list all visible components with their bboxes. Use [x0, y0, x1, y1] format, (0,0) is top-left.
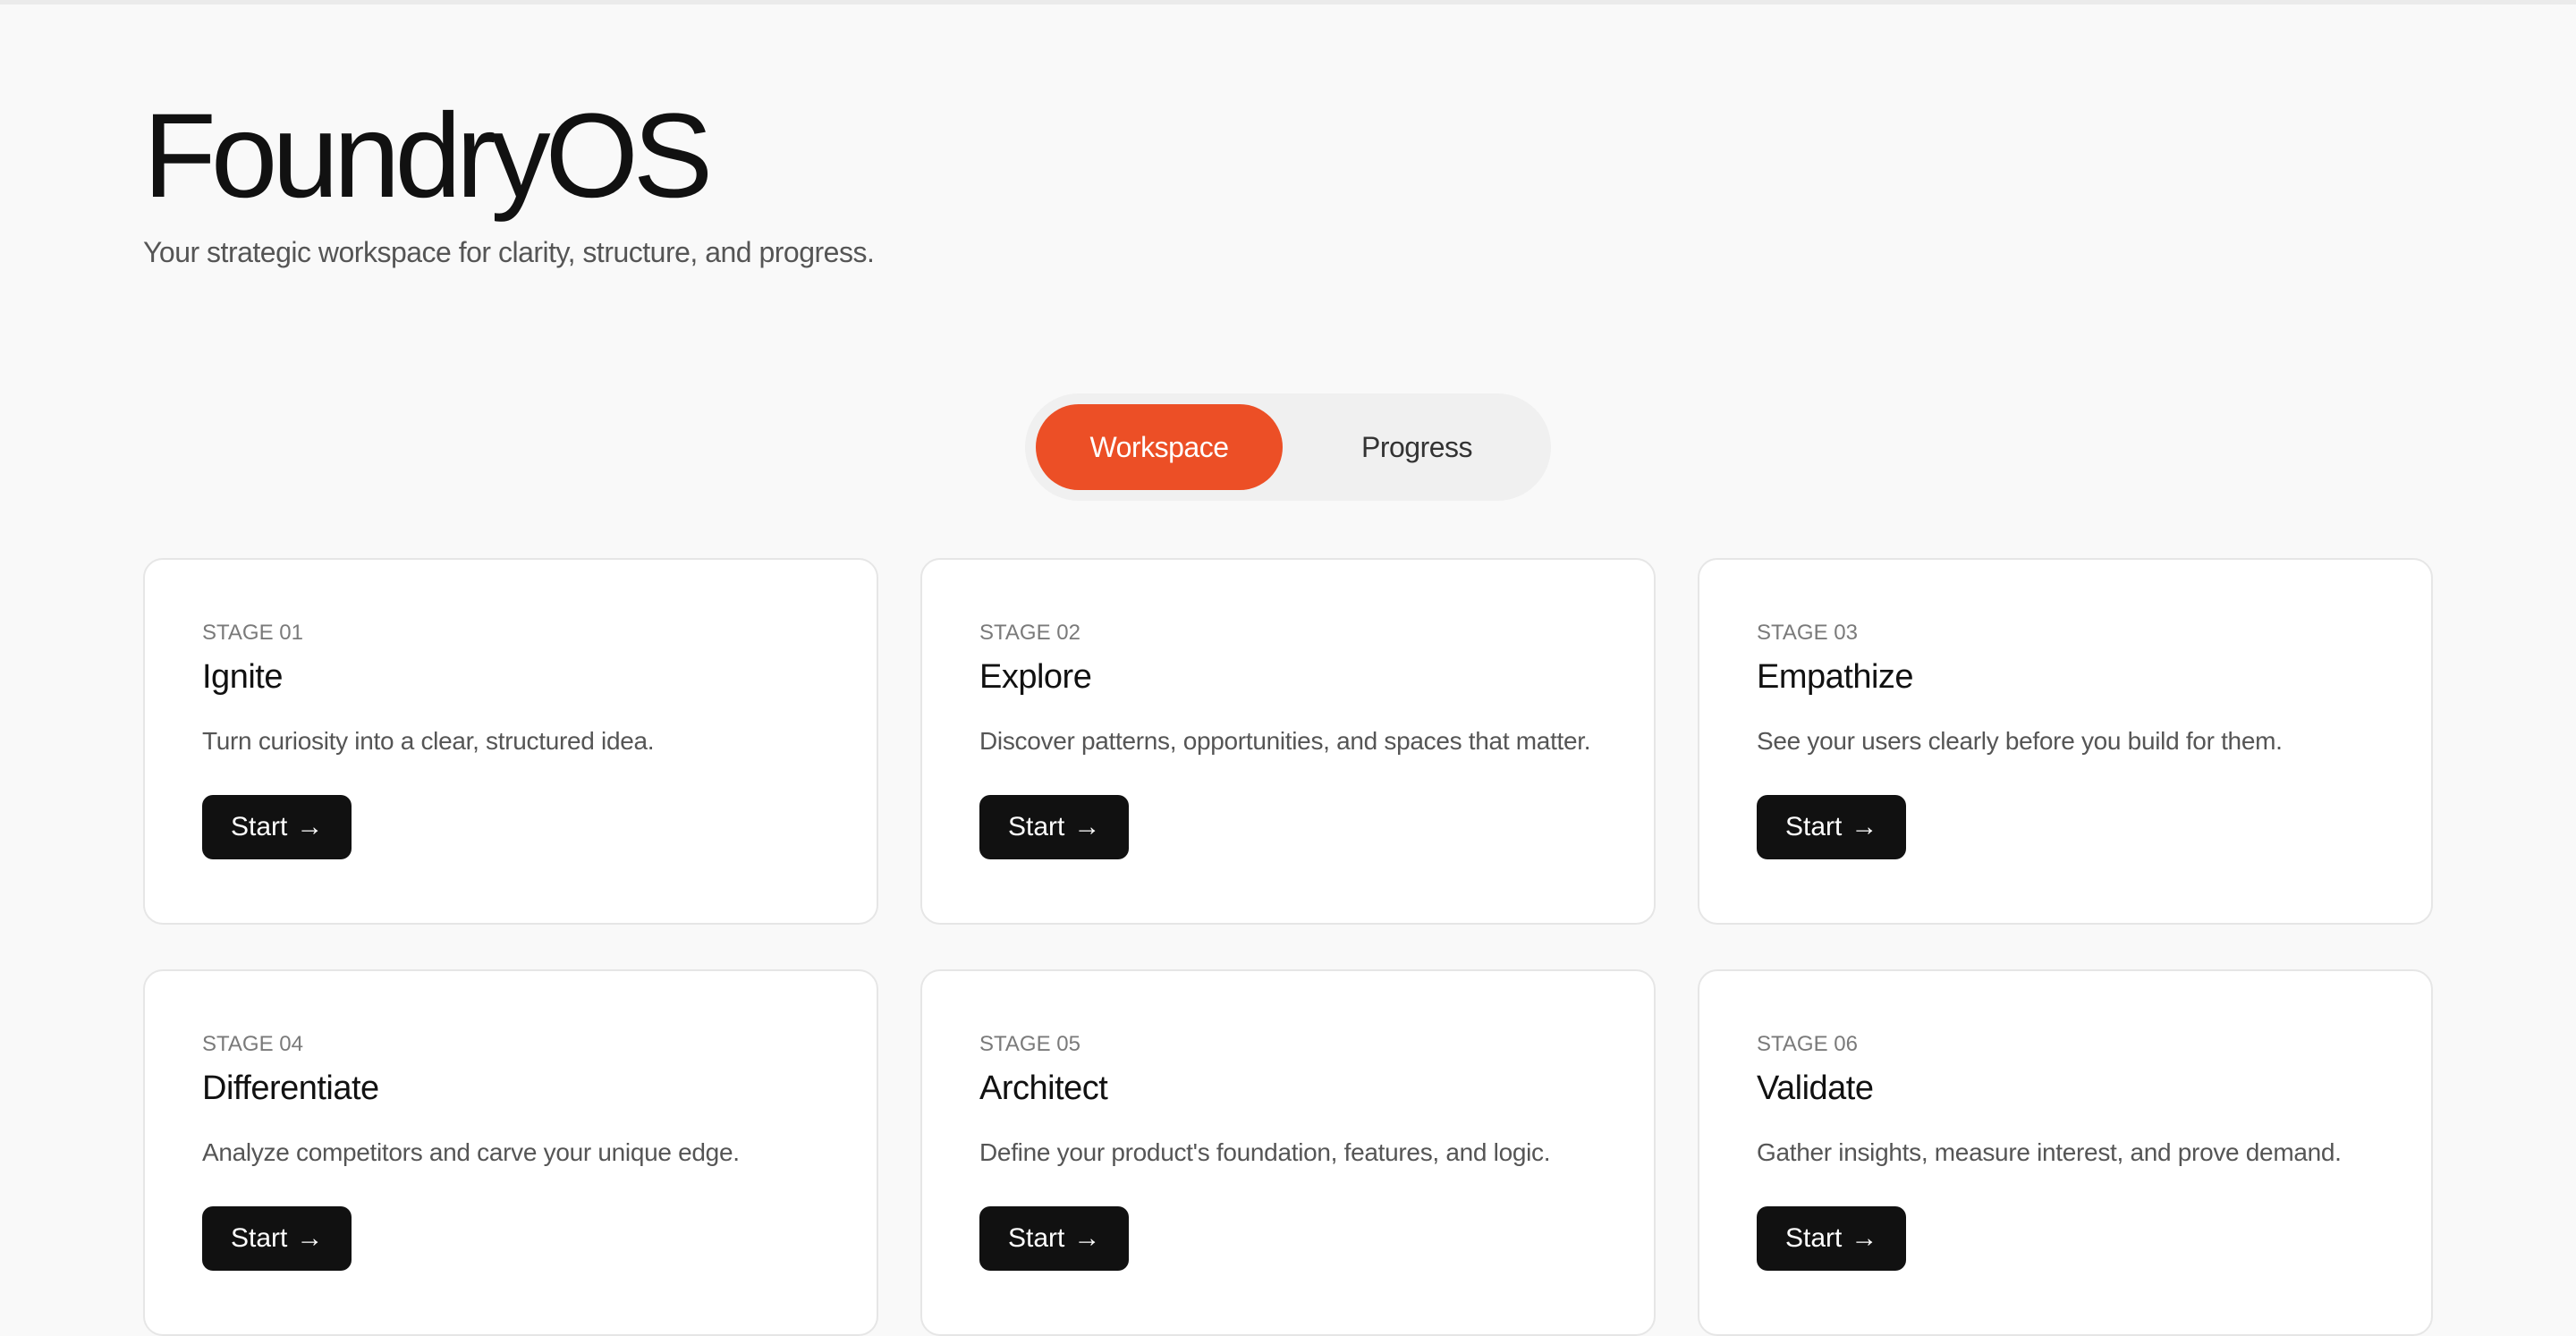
stage-label: STAGE 01: [202, 621, 303, 645]
tab-workspace[interactable]: Workspace: [1036, 404, 1283, 490]
page-header: FoundryOS Your strategic workspace for c…: [143, 89, 875, 269]
arrow-right-icon: →: [1851, 812, 1878, 841]
start-button-label: Start: [231, 1223, 288, 1253]
stage-label: STAGE 03: [1757, 621, 1858, 645]
stage-title: Explore: [979, 658, 1092, 696]
start-button-architect[interactable]: Start →: [979, 1206, 1130, 1271]
app-title: FoundryOS: [143, 89, 713, 223]
start-button-label: Start: [1785, 812, 1843, 841]
arrow-right-icon: →: [1073, 1223, 1101, 1253]
stage-card-validate: STAGE 06 Validate Gather insights, measu…: [1698, 969, 2433, 1336]
stage-description: Define your product's foundation, featur…: [979, 1138, 1551, 1166]
stage-title: Differentiate: [202, 1070, 379, 1107]
tab-progress[interactable]: Progress: [1293, 404, 1540, 490]
stage-label: STAGE 04: [202, 1032, 303, 1056]
stage-label: STAGE 02: [979, 621, 1080, 645]
arrow-right-icon: →: [296, 812, 324, 841]
start-button-ignite[interactable]: Start →: [202, 795, 352, 859]
arrow-right-icon: →: [1073, 812, 1101, 841]
stage-title: Ignite: [202, 658, 283, 696]
app-subtitle: Your strategic workspace for clarity, st…: [143, 236, 875, 268]
stage-title: Architect: [979, 1070, 1108, 1107]
stage-card-architect: STAGE 05 Architect Define your product's…: [920, 969, 1656, 1336]
stage-label: STAGE 06: [1757, 1032, 1858, 1056]
view-toggle: Workspace Progress: [1025, 393, 1551, 501]
start-button-label: Start: [231, 812, 288, 841]
start-button-label: Start: [1008, 1223, 1065, 1253]
start-button-validate[interactable]: Start →: [1757, 1206, 1907, 1271]
top-border: [0, 0, 2576, 4]
arrow-right-icon: →: [296, 1223, 324, 1253]
stage-description: See your users clearly before you build …: [1757, 727, 2283, 755]
stage-description: Gather insights, measure interest, and p…: [1757, 1138, 2342, 1166]
start-button-explore[interactable]: Start →: [979, 795, 1130, 859]
start-button-empathize[interactable]: Start →: [1757, 795, 1907, 859]
stage-description: Analyze competitors and carve your uniqu…: [202, 1138, 740, 1166]
stage-grid: STAGE 01 Ignite Turn curiosity into a cl…: [143, 558, 2433, 1336]
stage-card-empathize: STAGE 03 Empathize See your users clearl…: [1698, 558, 2433, 925]
stage-card-explore: STAGE 02 Explore Discover patterns, oppo…: [920, 558, 1656, 925]
stage-title: Empathize: [1757, 658, 1914, 696]
start-button-label: Start: [1008, 812, 1065, 841]
stage-title: Validate: [1757, 1070, 1874, 1107]
stage-card-differentiate: STAGE 04 Differentiate Analyze competito…: [143, 969, 878, 1336]
stage-description: Turn curiosity into a clear, structured …: [202, 727, 655, 755]
arrow-right-icon: →: [1851, 1223, 1878, 1253]
stage-label: STAGE 05: [979, 1032, 1080, 1056]
stage-description: Discover patterns, opportunities, and sp…: [979, 727, 1591, 755]
start-button-differentiate[interactable]: Start →: [202, 1206, 352, 1271]
stage-card-ignite: STAGE 01 Ignite Turn curiosity into a cl…: [143, 558, 878, 925]
start-button-label: Start: [1785, 1223, 1843, 1253]
